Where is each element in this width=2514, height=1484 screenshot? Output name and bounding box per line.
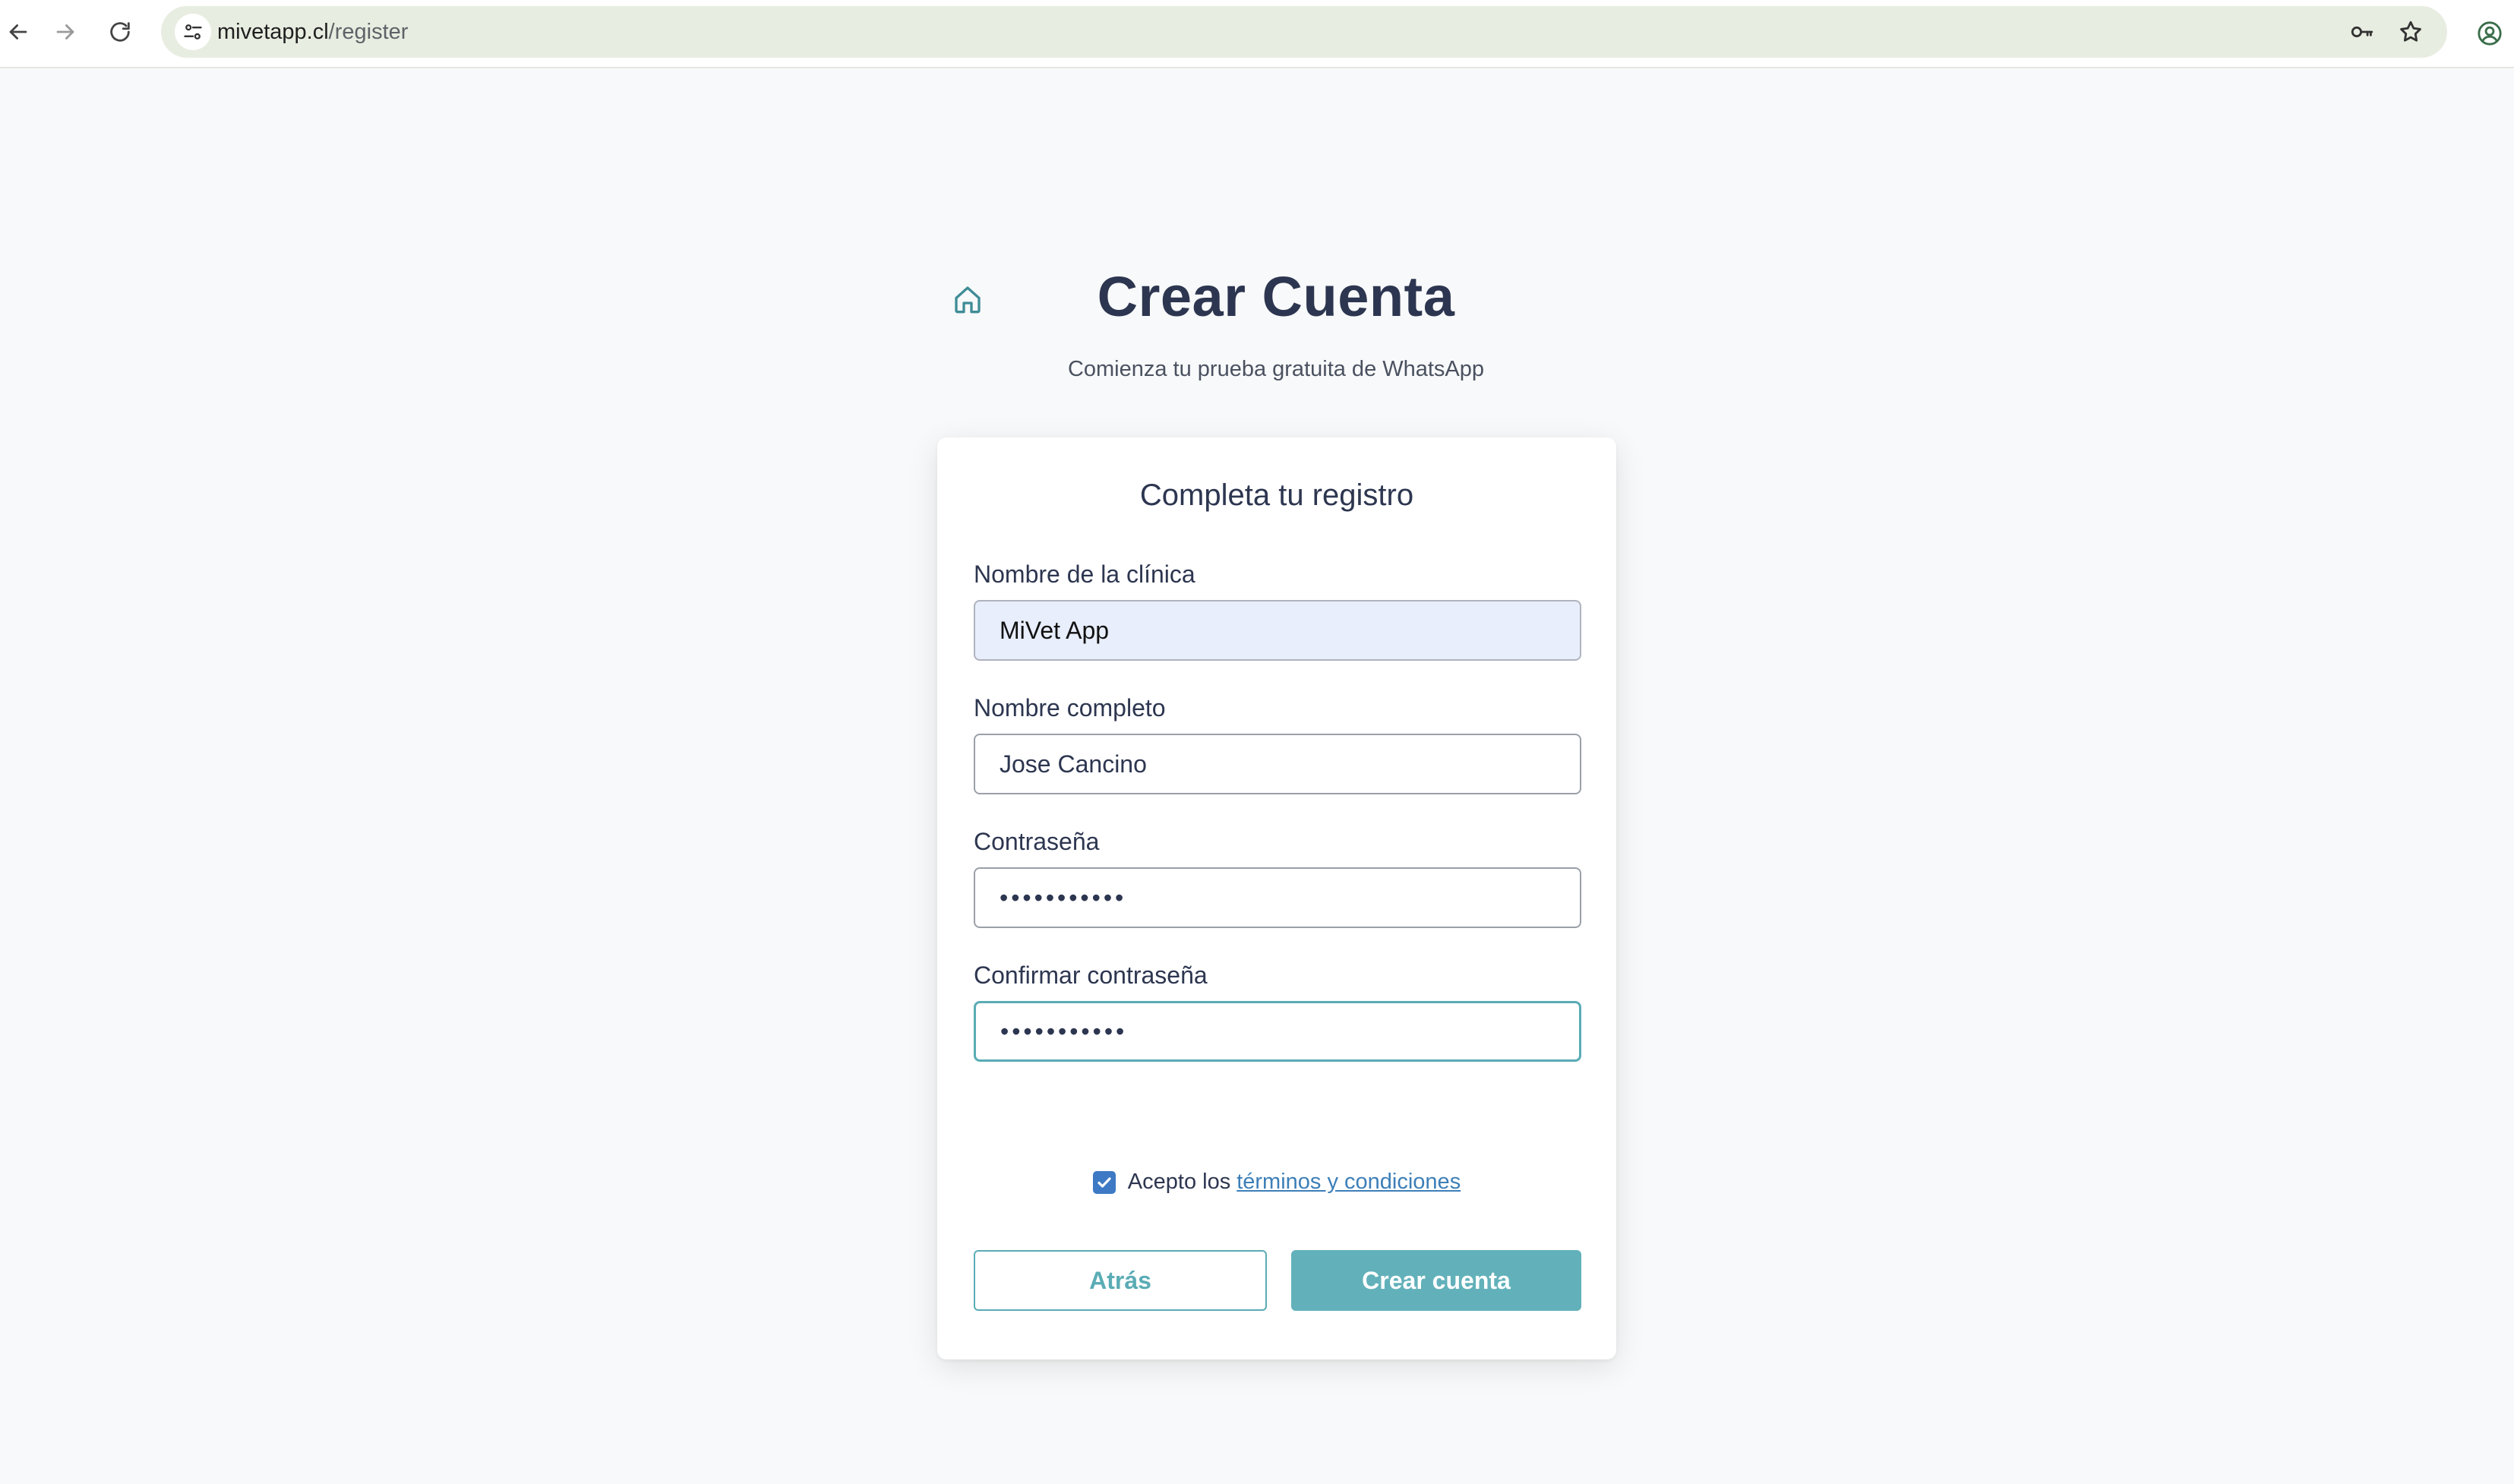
- checkmark-icon: [1098, 1176, 1111, 1188]
- register-page: Crear Cuenta Comienza tu prueba gratuita…: [0, 68, 2514, 1484]
- site-settings-icon[interactable]: [175, 14, 211, 50]
- back-arrow-icon[interactable]: [0, 14, 36, 50]
- reload-icon[interactable]: [102, 14, 138, 50]
- password-label: Contraseña: [974, 828, 1100, 855]
- confirm-password-label: Confirmar contraseña: [974, 961, 1208, 989]
- terms-checkbox[interactable]: [1092, 1170, 1116, 1194]
- clinic-name-input[interactable]: [974, 600, 1581, 661]
- profile-icon[interactable]: [2470, 14, 2509, 53]
- browser-toolbar: mivetapp.cl/register: [0, 0, 2514, 68]
- url-text[interactable]: mivetapp.cl/register: [217, 6, 408, 58]
- url-host: mivetapp.cl: [217, 20, 329, 44]
- page-title: Crear Cuenta: [1097, 265, 1455, 328]
- page-subtitle: Comienza tu prueba gratuita de WhatsApp: [1067, 357, 1485, 381]
- terms-link[interactable]: términos y condiciones: [1236, 1170, 1461, 1195]
- address-bar[interactable]: mivetapp.cl/register: [161, 6, 2447, 58]
- password-input[interactable]: [974, 867, 1581, 928]
- forward-arrow-icon[interactable]: [47, 14, 84, 50]
- create-account-button[interactable]: Crear cuenta: [1291, 1250, 1581, 1311]
- password-key-icon[interactable]: [2344, 14, 2380, 50]
- clinic-name-label: Nombre de la clínica: [974, 560, 1195, 588]
- full-name-input[interactable]: [974, 734, 1581, 794]
- terms-row: Acepto los términos y condiciones: [937, 1170, 1616, 1195]
- terms-prefix-text: Acepto los: [1127, 1170, 1231, 1194]
- registration-card: Completa tu registro Nombre de la clínic…: [937, 437, 1616, 1359]
- back-button[interactable]: Atrás: [974, 1250, 1267, 1311]
- form-heading: Completa tu registro: [1139, 478, 1414, 512]
- full-name-label: Nombre completo: [974, 694, 1166, 721]
- bookmark-star-icon[interactable]: [2392, 14, 2429, 50]
- url-path: /register: [328, 20, 409, 44]
- confirm-password-input[interactable]: [974, 1001, 1581, 1062]
